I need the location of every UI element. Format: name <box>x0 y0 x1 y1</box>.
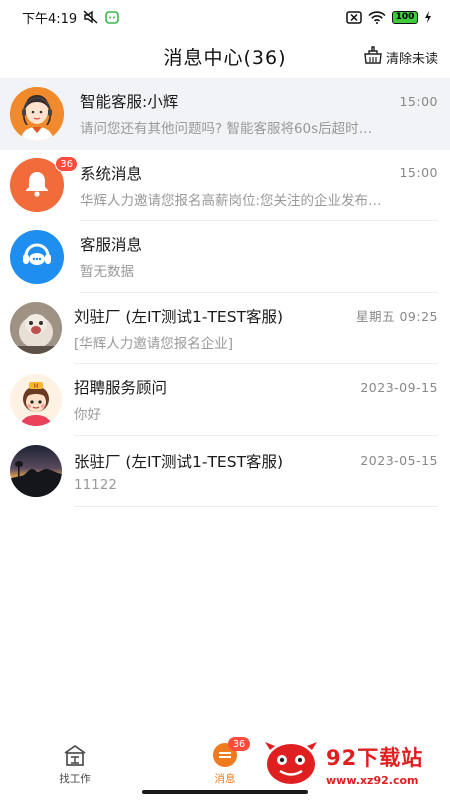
watermark-url: www.xz92.com <box>326 773 419 787</box>
system-avatar: 36 <box>10 156 78 213</box>
svg-text:M: M <box>33 383 38 390</box>
nav-find-job[interactable]: 找工作 <box>40 742 110 786</box>
list-item[interactable]: M 招聘服务顾问 2023-09-15 你好 <box>0 364 450 436</box>
watermark-logo-icon <box>262 736 320 792</box>
message-preview: 请问您还有其他问题吗? 智能客服将60s后超时… <box>80 121 373 138</box>
message-name: 张驻厂 (左IT测试1-TEST客服) <box>74 452 284 471</box>
list-item[interactable]: 客服消息 暂无数据 <box>0 221 450 293</box>
message-time: 2023-09-15 <box>360 379 438 395</box>
list-item[interactable]: 36 系统消息 15:00 华辉人力邀请您报名高薪岗位:您关注的企业发布… <box>0 150 450 221</box>
message-preview: [华辉人力邀请您报名企业] <box>74 335 234 352</box>
mute-icon <box>83 10 99 24</box>
wifi-icon <box>368 10 386 24</box>
agent-avatar <box>10 86 64 141</box>
list-item[interactable]: 张驻厂 (左IT测试1-TEST客服) 2023-05-15 11122 <box>0 436 450 507</box>
home-indicator <box>142 790 308 794</box>
list-item[interactable]: 刘驻厂 (左IT测试1-TEST客服) 星期五 09:25 [华辉人力邀请您报名… <box>0 293 450 364</box>
message-time: 15:00 <box>399 165 438 181</box>
list-item[interactable]: 智能客服:小辉 15:00 请问您还有其他问题吗? 智能客服将60s后超时… <box>0 78 450 150</box>
bell-icon <box>22 168 52 202</box>
page-title: 消息中心(36) <box>163 46 287 69</box>
battery-indicator: 100 <box>392 10 418 24</box>
header: 消息中心(36) 清除未读 <box>0 36 450 76</box>
message-name: 招聘服务顾问 <box>74 379 168 398</box>
message-time: 星期五 09:25 <box>356 309 438 325</box>
message-name: 智能客服:小辉 <box>80 93 179 112</box>
message-preview: 暂无数据 <box>80 264 134 281</box>
nav-find-job-label: 找工作 <box>59 773 91 785</box>
message-name: 系统消息 <box>80 164 143 183</box>
charging-icon <box>424 11 432 23</box>
clear-unread-button[interactable]: 清除未读 <box>363 46 438 68</box>
nav-messages[interactable]: 36 消息 <box>190 737 260 786</box>
dog-photo-avatar <box>10 302 62 355</box>
clear-unread-label: 清除未读 <box>385 51 438 67</box>
house-icon <box>62 742 88 768</box>
broom-icon <box>363 46 383 68</box>
message-preview: 华辉人力邀请您报名高薪岗位:您关注的企业发布… <box>80 192 382 209</box>
status-time: 下午4:19 <box>22 11 78 27</box>
message-preview: 你好 <box>74 407 101 424</box>
cartoon-girl-avatar: M <box>10 373 62 426</box>
message-list: 智能客服:小辉 15:00 请问您还有其他问题吗? 智能客服将60s后超时… 3… <box>0 78 450 507</box>
message-preview: 11122 <box>74 476 117 493</box>
watermark-title: 92下载站 <box>326 745 424 770</box>
headset-icon <box>20 240 54 274</box>
status-bar: 下午4:19 100 <box>0 0 450 34</box>
message-icon: 36 <box>212 737 250 768</box>
sunset-photo-avatar <box>10 445 62 498</box>
service-avatar <box>10 229 64 284</box>
sim-off-icon <box>346 10 362 24</box>
message-name: 刘驻厂 (左IT测试1-TEST客服) <box>74 307 284 326</box>
nav-messages-badge: 36 <box>228 737 250 751</box>
message-name: 客服消息 <box>80 236 143 255</box>
message-time: 2023-05-15 <box>360 453 438 469</box>
nav-messages-label: 消息 <box>214 773 236 785</box>
divider <box>74 506 438 507</box>
message-time: 15:00 <box>399 93 438 109</box>
chat-app-icon <box>105 10 120 24</box>
watermark: 92下载站 www.xz92.com <box>262 734 442 794</box>
unread-badge: 36 <box>55 156 78 173</box>
